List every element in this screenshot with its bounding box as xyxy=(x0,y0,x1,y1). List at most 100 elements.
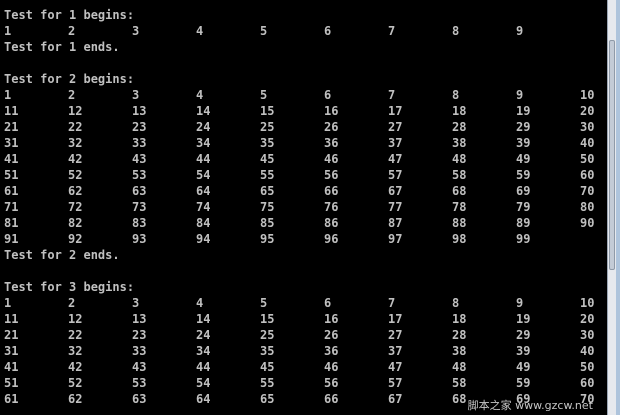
console-number-cell: 2 xyxy=(68,24,76,38)
console-number-cell: 38 xyxy=(452,344,467,358)
console-number-cell: 18 xyxy=(452,312,467,326)
console-number-cell: 74 xyxy=(196,200,211,214)
console-number-cell: 41 xyxy=(4,360,19,374)
console-number-cell: 3 xyxy=(132,296,140,310)
console-number-cell: 27 xyxy=(388,120,403,134)
console-number-cell: 82 xyxy=(68,216,83,230)
console-number-cell: 29 xyxy=(516,120,531,134)
console-number-cell: 2 xyxy=(68,296,76,310)
console-number-row: 1 2 3 4 5 6 7 8 9 xyxy=(4,23,604,39)
console-number-cell: 69 xyxy=(516,184,531,198)
console-number-cell: 19 xyxy=(516,104,531,118)
console-number-cell: 6 xyxy=(324,88,332,102)
console-number-cell: 51 xyxy=(4,168,19,182)
console-number-cell: 35 xyxy=(260,344,275,358)
console-number-cell: 31 xyxy=(4,344,19,358)
console-number-cell: 70 xyxy=(580,184,595,198)
console-number-cell: 40 xyxy=(580,136,595,150)
console-number-cell: 13 xyxy=(132,312,147,326)
console-number-cell: 30 xyxy=(580,328,595,342)
console-number-row: 51 52 53 54 55 56 57 58 59 60 xyxy=(4,375,604,391)
console-number-cell: 21 xyxy=(4,328,19,342)
console-text-line: Test for 1 begins: xyxy=(4,8,135,22)
console-number-cell: 45 xyxy=(260,360,275,374)
console-number-row: 61 62 63 64 65 66 67 68 69 70 xyxy=(4,183,604,199)
console-number-cell: 10 xyxy=(580,296,595,310)
console-number-cell: 50 xyxy=(580,152,595,166)
console-number-cell: 5 xyxy=(260,88,268,102)
console-number-cell: 44 xyxy=(196,152,211,166)
console-number-cell: 45 xyxy=(260,152,275,166)
console-number-cell: 8 xyxy=(452,296,460,310)
console-number-row: 21 22 23 24 25 26 27 28 29 30 xyxy=(4,327,604,343)
vertical-scrollbar[interactable] xyxy=(607,0,616,415)
console-number-cell: 25 xyxy=(260,120,275,134)
console-number-cell: 76 xyxy=(324,200,339,214)
console-number-cell: 38 xyxy=(452,136,467,150)
console-number-cell: 62 xyxy=(68,392,83,406)
console-output[interactable]: Test for 1 begins: 1 2 3 4 5 6 7 8 9 Test for 1 en… xyxy=(0,0,607,415)
console-number-row: 1 2 3 4 5 6 7 8 9 10 xyxy=(4,295,604,311)
console-number-cell: 63 xyxy=(132,392,147,406)
console-number-cell: 12 xyxy=(68,312,83,326)
console-number-cell: 26 xyxy=(324,120,339,134)
console-text-line: Test for 2 ends. xyxy=(4,248,120,262)
console-number-cell: 1 xyxy=(4,296,12,310)
console-number-cell: 85 xyxy=(260,216,275,230)
console-number-cell: 89 xyxy=(516,216,531,230)
console-number-cell: 31 xyxy=(4,136,19,150)
console-number-row: 51 52 53 54 55 56 57 58 59 60 xyxy=(4,167,604,183)
console-number-cell: 21 xyxy=(4,120,19,134)
console-number-cell: 36 xyxy=(324,344,339,358)
console-number-cell: 93 xyxy=(132,232,147,246)
console-number-cell: 14 xyxy=(196,312,211,326)
console-number-cell: 37 xyxy=(388,136,403,150)
console-number-cell: 64 xyxy=(196,184,211,198)
console-number-cell: 47 xyxy=(388,152,403,166)
console-number-cell: 22 xyxy=(68,328,83,342)
console-number-cell: 39 xyxy=(516,344,531,358)
console-number-cell: 64 xyxy=(196,392,211,406)
console-number-cell: 11 xyxy=(4,312,19,326)
console-text-line: Test for 2 begins: xyxy=(4,72,135,86)
console-number-cell: 94 xyxy=(196,232,211,246)
console-number-cell: 8 xyxy=(452,24,460,38)
console-number-cell: 40 xyxy=(580,344,595,358)
console-number-cell: 46 xyxy=(324,152,339,166)
console-number-cell: 34 xyxy=(196,344,211,358)
console-number-cell: 48 xyxy=(452,152,467,166)
console-number-cell: 26 xyxy=(324,328,339,342)
console-number-cell: 24 xyxy=(196,328,211,342)
console-number-cell: 87 xyxy=(388,216,403,230)
console-number-cell: 10 xyxy=(580,88,595,102)
console-number-cell: 42 xyxy=(68,152,83,166)
console-number-cell: 3 xyxy=(132,88,140,102)
console-number-cell: 55 xyxy=(260,376,275,390)
console-number-cell: 79 xyxy=(516,200,531,214)
console-number-cell: 67 xyxy=(388,392,403,406)
console-number-cell: 92 xyxy=(68,232,83,246)
console-number-cell: 9 xyxy=(516,296,524,310)
console-number-cell: 60 xyxy=(580,376,595,390)
console-number-cell: 39 xyxy=(516,136,531,150)
site-watermark: 脚本之家 www.gzcw.net xyxy=(467,399,593,412)
console-number-row: 31 32 33 34 35 36 37 38 39 40 xyxy=(4,135,604,151)
console-number-cell: 35 xyxy=(260,136,275,150)
window-frame-edge xyxy=(616,0,620,415)
console-number-cell: 11 xyxy=(4,104,19,118)
console-number-row: 91 92 93 94 95 96 97 98 99 xyxy=(4,231,604,247)
console-number-cell: 23 xyxy=(132,328,147,342)
console-number-cell: 49 xyxy=(516,360,531,374)
console-number-cell: 98 xyxy=(452,232,467,246)
console-number-cell: 34 xyxy=(196,136,211,150)
console-number-cell: 27 xyxy=(388,328,403,342)
console-number-row: 41 42 43 44 45 46 47 48 49 50 xyxy=(4,359,604,375)
scrollbar-thumb[interactable] xyxy=(609,40,615,270)
console-number-cell: 1 xyxy=(4,24,12,38)
console-number-row: 31 32 33 34 35 36 37 38 39 40 xyxy=(4,343,604,359)
console-number-cell: 5 xyxy=(260,296,268,310)
console-number-cell: 4 xyxy=(196,24,204,38)
console-number-cell: 66 xyxy=(324,184,339,198)
console-number-cell: 36 xyxy=(324,136,339,150)
console-number-cell: 68 xyxy=(452,392,467,406)
